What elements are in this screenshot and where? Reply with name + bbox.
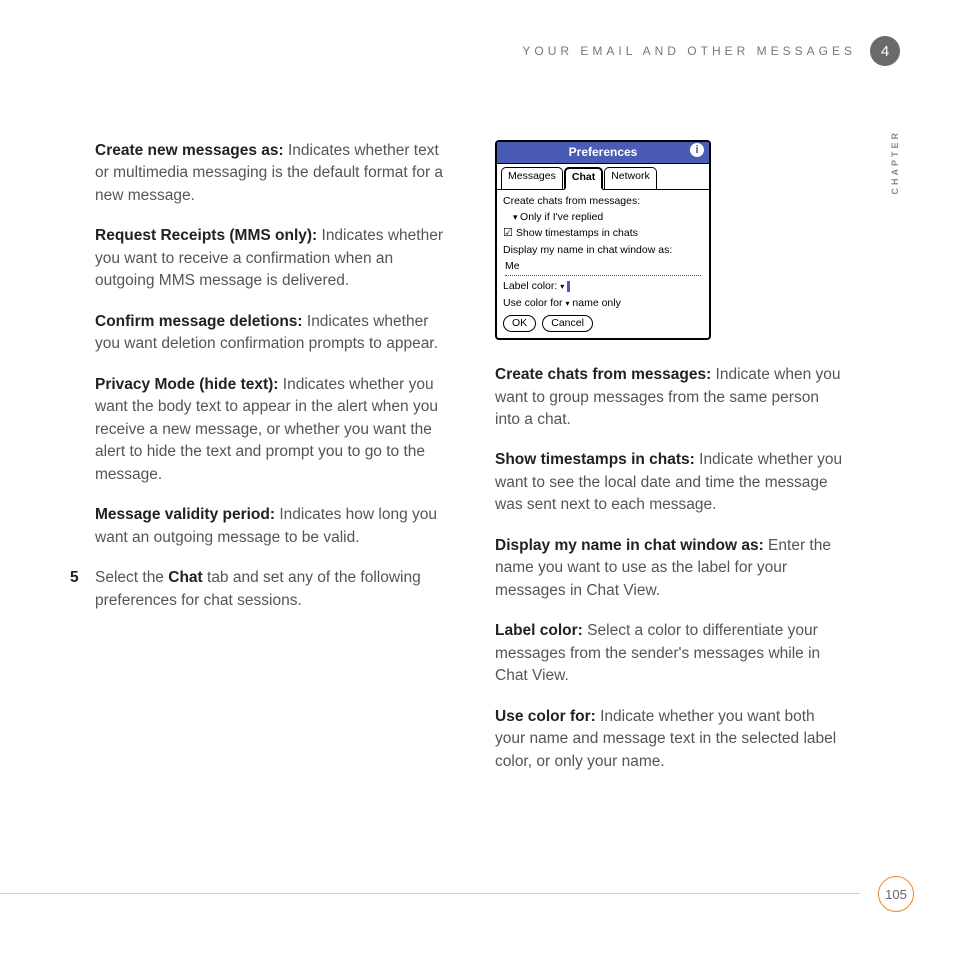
chevron-down-icon: ▾ [560,282,564,291]
tabs-row: Messages Chat Network [497,164,709,189]
bold-label: Request Receipts (MMS only): [95,227,317,244]
display-name-field: Me [505,259,701,276]
step-number: 5 [70,567,79,589]
tab-network: Network [604,167,657,188]
bold-label: Message validity period: [95,506,275,523]
para-label-color: Label color: Select a color to different… [495,620,845,687]
bold-label: Show timestamps in chats: [495,451,695,468]
use-color-for-row: Use color for ▾ name only [503,296,703,311]
dialog-body: Create chats from messages: Only if I've… [497,190,709,338]
right-column: Preferences i Messages Chat Network Crea… [495,140,845,791]
ok-button: OK [503,315,536,332]
chapter-number-badge: 4 [870,36,900,66]
step-bold: Chat [168,569,202,586]
bold-label: Use color for: [495,708,596,725]
para-create-chats: Create chats from messages: Indicate whe… [495,364,845,431]
bold-label: Create chats from messages: [495,366,711,383]
left-column: Create new messages as: Indicates whethe… [95,140,445,791]
step-5: 5 Select the Chat tab and set any of the… [95,567,445,612]
body-content: Create new messages as: Indicates whethe… [95,140,875,791]
cancel-button: Cancel [542,315,593,332]
color-swatch [567,281,570,292]
use-color-label: Use color for [503,297,563,309]
bold-label: Label color: [495,622,583,639]
create-chats-label: Create chats from messages: [503,194,703,209]
info-icon: i [690,143,704,157]
show-timestamps-checkbox: Show timestamps in chats [503,226,703,242]
para-privacy-mode: Privacy Mode (hide text): Indicates whet… [95,374,445,486]
display-name-label: Display my name in chat window as: [503,243,703,258]
para-request-receipts: Request Receipts (MMS only): Indicates w… [95,225,445,292]
bold-label: Display my name in chat window as: [495,537,764,554]
chapter-side-label: CHAPTER [890,130,900,195]
para-display-name: Display my name in chat window as: Enter… [495,535,845,602]
header-title: YOUR EMAIL AND OTHER MESSAGES [522,44,856,58]
use-color-value: name only [572,297,620,309]
para-use-color-for: Use color for: Indicate whether you want… [495,706,845,773]
footer-rule [0,893,860,894]
dialog-title-bar: Preferences i [497,142,709,164]
bold-label: Create new messages as: [95,142,284,159]
tab-chat: Chat [564,167,603,189]
dialog-buttons: OK Cancel [503,315,703,332]
label-color-text: Label color: [503,280,557,292]
tab-messages: Messages [501,167,563,188]
chevron-down-icon: ▾ [565,299,569,308]
para-confirm-deletions: Confirm message deletions: Indicates whe… [95,311,445,356]
para-create-new: Create new messages as: Indicates whethe… [95,140,445,207]
label-color-row: Label color: ▾ [503,279,703,294]
bold-label: Confirm message deletions: [95,313,303,330]
page-header: YOUR EMAIL AND OTHER MESSAGES 4 [522,36,900,66]
para-show-timestamps: Show timestamps in chats: Indicate wheth… [495,449,845,516]
bold-label: Privacy Mode (hide text): [95,376,278,393]
page-number: 105 [878,876,914,912]
para-validity-period: Message validity period: Indicates how l… [95,504,445,549]
step-text-pre: Select the [95,569,168,586]
create-chats-dropdown: Only if I've replied [503,210,703,225]
dialog-title: Preferences [569,145,638,159]
preferences-screenshot: Preferences i Messages Chat Network Crea… [495,140,711,340]
